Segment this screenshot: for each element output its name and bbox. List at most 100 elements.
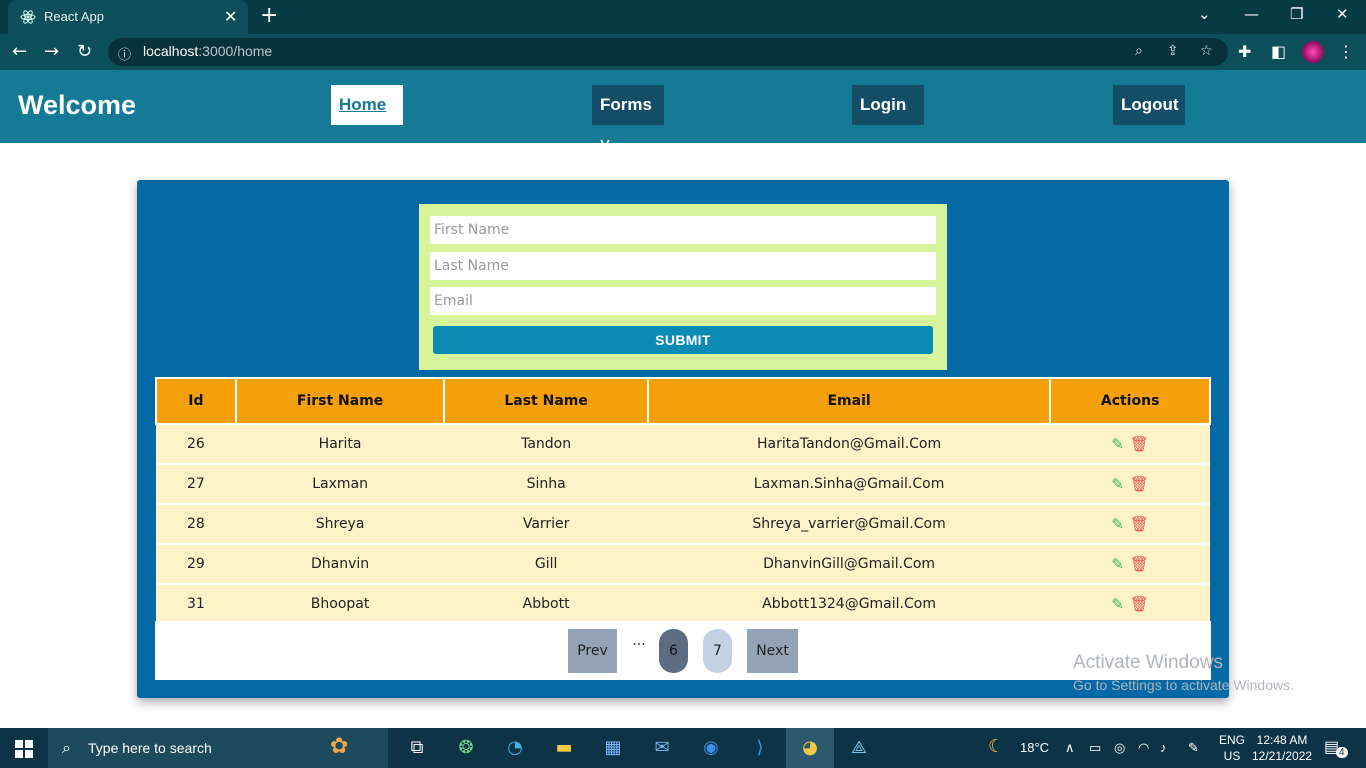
terminal-app-icon[interactable]: ⟁ xyxy=(846,736,872,760)
cell-last-name: Tandon xyxy=(444,424,648,465)
menu-kebab-icon[interactable]: ⋮ xyxy=(1338,42,1354,61)
trash-icon[interactable]: 🗑 xyxy=(1130,435,1149,453)
email-input[interactable] xyxy=(430,287,936,315)
app-navbar: Welcome Home Forms ˅ Login Logout xyxy=(0,70,1366,154)
nav-login-link[interactable]: Login xyxy=(852,85,924,125)
back-icon[interactable]: ← xyxy=(12,41,27,62)
last-name-input[interactable] xyxy=(430,252,936,280)
store-icon[interactable]: ▦ xyxy=(600,736,626,760)
url-text: localhost:3000/home xyxy=(143,43,273,59)
trash-icon[interactable]: 🗑 xyxy=(1130,555,1149,573)
cell-last-name: Abbott xyxy=(444,584,648,625)
url-bar[interactable]: ⓘ localhost:3000/home ⌕ ⇪ ☆ xyxy=(108,38,1228,66)
activate-windows-title: Activate Windows xyxy=(1073,652,1223,673)
table-row: 31 Bhoopat Abbott Abbott1324@Gmail.Com ✎ 🗑 xyxy=(156,584,1210,625)
cell-email: Shreya_varrier@Gmail.Com xyxy=(647,504,1051,545)
reload-icon[interactable]: ↻ xyxy=(77,41,92,62)
page-7-button[interactable]: 7 xyxy=(703,629,732,673)
chatgpt-app-icon[interactable]: ❂ xyxy=(453,736,479,760)
first-name-input[interactable] xyxy=(430,216,936,244)
search-highlight-icon: ✿ xyxy=(330,734,349,759)
edit-icon[interactable]: ✎ xyxy=(1111,595,1124,613)
submit-button[interactable]: SUBMIT xyxy=(433,326,933,354)
search-icon: ⌕ xyxy=(62,738,71,757)
language-indicator[interactable]: ENG US xyxy=(1219,732,1245,764)
cell-first-name: Shreya xyxy=(235,504,445,545)
restore-icon[interactable]: ❐ xyxy=(1290,5,1303,23)
site-info-icon[interactable]: ⓘ xyxy=(118,44,131,63)
users-table-container: Id First Name Last Name Email Actions 26… xyxy=(155,377,1211,625)
chrome-icon[interactable]: ◕ xyxy=(797,736,823,760)
cell-id: 27 xyxy=(156,464,236,505)
tray-chevron-icon[interactable]: ∧ xyxy=(1065,740,1075,756)
forward-icon[interactable]: → xyxy=(44,41,59,62)
page-6-button[interactable]: 6 xyxy=(659,629,688,673)
cell-last-name: Sinha xyxy=(444,464,648,505)
cell-actions: ✎ 🗑 xyxy=(1050,504,1210,545)
weather-temp[interactable]: 18°C xyxy=(1020,740,1049,755)
cell-email: Abbott1324@Gmail.Com xyxy=(647,584,1051,625)
table-row: 27 Laxman Sinha Laxman.Sinha@Gmail.Com ✎ 🗑 xyxy=(156,464,1210,505)
edit-icon[interactable]: ✎ xyxy=(1111,515,1124,533)
bookmark-star-icon[interactable]: ☆ xyxy=(1200,43,1213,59)
cell-first-name: Bhoopat xyxy=(235,584,445,625)
mail-icon[interactable]: ✉ xyxy=(649,736,675,760)
cell-email: Laxman.Sinha@Gmail.Com xyxy=(647,464,1051,505)
extensions-icon[interactable]: ✚ xyxy=(1238,42,1251,61)
trash-icon[interactable]: 🗑 xyxy=(1130,515,1149,533)
vscode-icon[interactable]: ⟩ xyxy=(747,736,773,760)
header-id: Id xyxy=(155,377,237,425)
cell-first-name: Dhanvin xyxy=(235,544,445,585)
share-icon[interactable]: ⇪ xyxy=(1167,43,1179,59)
pagination: Prev ... 6 7 Next xyxy=(155,621,1211,680)
cell-id: 28 xyxy=(156,504,236,545)
prev-button[interactable]: Prev xyxy=(568,629,617,673)
trash-icon[interactable]: 🗑 xyxy=(1130,475,1149,493)
volume-icon[interactable]: ♪ xyxy=(1160,740,1167,755)
firefox-icon[interactable]: ◉ xyxy=(698,736,724,760)
zoom-icon[interactable]: ⌕ xyxy=(1135,43,1143,59)
close-window-icon[interactable]: ✕ xyxy=(1336,5,1349,23)
close-tab-icon[interactable]: ✕ xyxy=(224,7,237,27)
taskbar-search-box[interactable]: ⌕ Type here to search ✿ xyxy=(48,728,388,768)
table-header-row: Id First Name Last Name Email Actions xyxy=(155,377,1211,425)
next-button[interactable]: Next xyxy=(747,629,798,673)
weather-icon[interactable]: ☾ xyxy=(988,736,1004,757)
cell-first-name: Harita xyxy=(235,424,445,465)
file-explorer-icon[interactable]: ▬ xyxy=(551,736,577,760)
minimize-icon[interactable]: — xyxy=(1244,5,1259,23)
cell-id: 31 xyxy=(156,584,236,625)
activate-windows-subtitle: Go to Settings to activate Windows. xyxy=(1073,677,1294,693)
edit-icon[interactable]: ✎ xyxy=(1111,435,1124,453)
brand-title: Welcome xyxy=(18,90,137,120)
trash-icon[interactable]: 🗑 xyxy=(1130,595,1149,613)
side-panel-icon[interactable]: ◧ xyxy=(1271,42,1286,61)
cell-email: HaritaTandon@Gmail.Com xyxy=(647,424,1051,465)
edit-icon[interactable]: ✎ xyxy=(1111,475,1124,493)
cell-first-name: Laxman xyxy=(235,464,445,505)
nav-forms-dropdown[interactable]: Forms ˅ xyxy=(592,85,664,154)
browser-tab[interactable]: React App ✕ xyxy=(8,0,248,34)
battery-icon[interactable]: ▭ xyxy=(1089,740,1101,756)
header-last-name: Last Name xyxy=(443,377,649,425)
profile-avatar[interactable] xyxy=(1302,41,1324,63)
meet-icon[interactable]: ◎ xyxy=(1114,740,1125,756)
edge-icon[interactable]: ◔ xyxy=(502,736,528,760)
nav-logout-link[interactable]: Logout xyxy=(1113,85,1185,125)
cell-id: 29 xyxy=(156,544,236,585)
browser-address-bar: ← → ↻ ⓘ localhost:3000/home ⌕ ⇪ ☆ ✚ ◧ ⋮ xyxy=(0,34,1366,70)
cell-actions: ✎ 🗑 xyxy=(1050,464,1210,505)
system-clock[interactable]: 12:48 AM 12/21/2022 xyxy=(1252,732,1312,764)
windows-taskbar: ⌕ Type here to search ✿ ⧉ ❂ ◔ ▬ ▦ ✉ ◉ ⟩ … xyxy=(0,728,1366,768)
new-tab-icon[interactable]: + xyxy=(260,3,278,28)
windows-start-icon[interactable] xyxy=(15,740,33,758)
task-view-icon[interactable]: ⧉ xyxy=(404,736,430,760)
cell-actions: ✎ 🗑 xyxy=(1050,544,1210,585)
wifi-icon[interactable]: ◠ xyxy=(1138,740,1149,756)
edit-icon[interactable]: ✎ xyxy=(1111,555,1124,573)
tab-search-icon[interactable]: ⌄ xyxy=(1198,5,1211,23)
nav-home-link[interactable]: Home xyxy=(331,85,403,125)
pagination-ellipsis: ... xyxy=(632,633,646,649)
pen-icon[interactable]: ✎ xyxy=(1188,740,1199,756)
cell-actions: ✎ 🗑 xyxy=(1050,424,1210,465)
